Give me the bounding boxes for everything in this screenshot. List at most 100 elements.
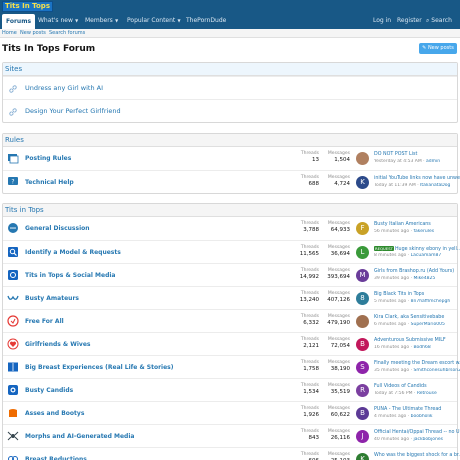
forum-title[interactable]: Identify a Model & Requests bbox=[25, 241, 121, 264]
avatar[interactable]: K bbox=[356, 453, 369, 460]
latest-thread[interactable]: initial YouTube links now have unwe... bbox=[374, 175, 460, 182]
avatar[interactable] bbox=[356, 315, 369, 328]
nav-popular[interactable]: Popular Content ▼ bbox=[127, 12, 181, 29]
latest-user[interactable]: Retrouse bbox=[417, 391, 437, 396]
latest-meta: Today at 11:39 AM · ItalianataDog bbox=[374, 183, 451, 188]
site-link-label[interactable]: Undress any Girl with AI bbox=[25, 77, 103, 100]
latest-thread[interactable]: REQUEST Huge skinny ebony in yell... bbox=[374, 245, 460, 253]
sites-heading[interactable]: Sites bbox=[3, 63, 457, 76]
avatar[interactable]: M bbox=[356, 269, 369, 282]
avatar[interactable]: 8 bbox=[356, 292, 369, 305]
forum-title[interactable]: Breast Reductions bbox=[25, 448, 87, 460]
forum-row[interactable]: ? Technical Help Threads 688 Messages 4,… bbox=[3, 170, 460, 194]
latest-thread[interactable]: Adventurous Submissive MILF bbox=[374, 337, 460, 344]
forum-title[interactable]: Tits in Tops & Social Media bbox=[25, 264, 115, 287]
forum-title[interactable]: Free For All bbox=[25, 310, 64, 333]
latest-user[interactable]: jackbobjones bbox=[413, 437, 443, 442]
forum-title[interactable]: Morphs and AI-Generated Media bbox=[25, 425, 134, 448]
nav-members[interactable]: Members ▼ bbox=[85, 12, 118, 29]
latest-thread[interactable]: Busty Italian Americans bbox=[374, 221, 460, 228]
forum-title[interactable]: Big Breast Experiences (Real Life & Stor… bbox=[25, 356, 173, 379]
latest-thread[interactable]: Girls from Brashop.ru (Add Yours) bbox=[374, 268, 460, 275]
avatar[interactable] bbox=[356, 152, 369, 165]
nav-pornduce[interactable]: ThePornDude bbox=[186, 12, 226, 29]
latest-thread-title[interactable]: Busty Italian Americans bbox=[374, 222, 431, 227]
latest-thread-title[interactable]: Huge skinny ebony in yell... bbox=[395, 247, 460, 252]
subnav-search-forums[interactable]: Search forums bbox=[49, 29, 85, 38]
forum-title[interactable]: Busty Amateurs bbox=[25, 287, 79, 310]
identify-icon bbox=[8, 247, 18, 257]
nav-search[interactable]: ⌕ Search bbox=[426, 12, 452, 29]
latest-user[interactable]: Mike4825 bbox=[413, 276, 435, 281]
site-link-row[interactable]: Undress any Girl with AI bbox=[3, 76, 457, 99]
latest-thread-title[interactable]: Girls from Brashop.ru (Add Yours) bbox=[374, 269, 454, 274]
forum-row[interactable]: Busty Candids Threads 1,534 Messages 35,… bbox=[3, 378, 457, 401]
forum-row[interactable]: Girlfriends & Wives Threads 2,121 Messag… bbox=[3, 332, 457, 355]
forum-title[interactable]: General Discussion bbox=[25, 217, 90, 240]
forum-title[interactable]: Busty Candids bbox=[25, 379, 73, 402]
latest-thread[interactable]: Finally meeting the Dream escort w... bbox=[374, 360, 460, 367]
forum-row[interactable]: General Discussion Threads 3,788 Message… bbox=[3, 217, 457, 240]
forum-row[interactable]: Busty Amateurs Threads 13,240 Messages 4… bbox=[3, 286, 457, 309]
site-link-row[interactable]: Design Your Perfect Girlfriend bbox=[3, 99, 457, 122]
forum-row[interactable]: Big Breast Experiences (Real Life & Stor… bbox=[3, 355, 460, 379]
forum-title[interactable]: Technical Help bbox=[25, 171, 74, 194]
new-posts-button[interactable]: ✎ New posts bbox=[419, 43, 457, 54]
latest-thread[interactable]: Official Hentai/Oppai Thread -- no U... bbox=[374, 429, 460, 436]
forum-row[interactable]: Morphs and AI-Generated Media Threads 84… bbox=[3, 424, 460, 448]
latest-thread[interactable]: PUNA - The Ultimate Thread bbox=[374, 406, 460, 413]
site-logo[interactable]: Tits In Tops bbox=[2, 1, 53, 12]
avatar[interactable]: F bbox=[356, 222, 369, 235]
latest-user[interactable]: Lacuamam87 bbox=[411, 253, 442, 258]
forum-row[interactable]: Free For All Threads 6,332 Messages 479,… bbox=[3, 309, 457, 332]
latest-thread[interactable]: Kira Clark, aka Sensitivebabe bbox=[374, 314, 460, 321]
avatar[interactable]: B bbox=[356, 407, 369, 420]
forum-row[interactable]: Asses and Bootys Threads 1,926 Messages … bbox=[3, 401, 457, 424]
latest-user[interactable]: boobholik bbox=[411, 414, 433, 419]
site-link-label[interactable]: Design Your Perfect Girlfriend bbox=[25, 100, 121, 123]
latest-user[interactable]: Bodh68 bbox=[413, 345, 430, 350]
latest-user[interactable]: Smithconesuhbrson2 bbox=[413, 368, 460, 373]
avatar[interactable]: S bbox=[356, 361, 369, 374]
latest-thread-title[interactable]: PUNA - The Ultimate Thread bbox=[374, 407, 441, 412]
subnav-new-posts[interactable]: New posts bbox=[20, 29, 46, 38]
forum-row[interactable]: Breast Reductions Threads 606 Messages 2… bbox=[3, 447, 460, 460]
avatar[interactable]: B bbox=[356, 338, 369, 351]
latest-user[interactable]: 8n7hafflmchepgh bbox=[411, 299, 451, 304]
latest-thread-title[interactable]: DO NOT POST List bbox=[374, 152, 417, 157]
subnav-home[interactable]: Home bbox=[2, 29, 17, 38]
avatar[interactable]: K bbox=[356, 176, 369, 189]
forum-row[interactable]: Tits in Tops & Social Media Threads 14,9… bbox=[3, 263, 457, 286]
latest-thread-title[interactable]: Official Hentai/Oppai Thread -- no U... bbox=[374, 430, 460, 435]
sub-nav: Home New posts Search forums bbox=[0, 29, 460, 38]
latest-thread-title[interactable]: Kira Clark, aka Sensitivebabe bbox=[374, 315, 444, 320]
latest-user[interactable]: SuperMario005 bbox=[411, 322, 445, 327]
avatar[interactable]: L bbox=[356, 246, 369, 259]
latest-thread-title[interactable]: Who was the biggest shock for a br... bbox=[374, 453, 460, 458]
latest-thread-title[interactable]: Finally meeting the Dream escort w... bbox=[374, 361, 460, 366]
nav-forums[interactable]: Forums bbox=[2, 14, 36, 29]
latest-user[interactable]: fakerules bbox=[413, 229, 434, 234]
tits-heading[interactable]: Tits in Tops bbox=[3, 204, 457, 217]
latest-thread[interactable]: DO NOT POST List bbox=[374, 151, 460, 158]
latest-thread-title[interactable]: Adventurous Submissive MILF bbox=[374, 338, 446, 343]
latest-user[interactable]: admin bbox=[426, 159, 440, 164]
latest-thread-title[interactable]: Big Black Tits in Tops bbox=[374, 292, 424, 297]
latest-thread[interactable]: Full Videos of Candids bbox=[374, 383, 460, 390]
forum-title[interactable]: Asses and Bootys bbox=[25, 402, 84, 425]
latest-user[interactable]: ItalianataDog bbox=[420, 183, 450, 188]
rules-heading[interactable]: Rules bbox=[3, 134, 457, 147]
forum-title[interactable]: Posting Rules bbox=[25, 147, 71, 170]
register-link[interactable]: Register bbox=[397, 12, 422, 29]
latest-thread-title[interactable]: Full Videos of Candids bbox=[374, 384, 427, 389]
nav-whats-new[interactable]: What's new ▼ bbox=[38, 12, 78, 29]
forum-row[interactable]: Identify a Model & Requests Threads 11,5… bbox=[3, 240, 460, 264]
avatar[interactable]: R bbox=[356, 384, 369, 397]
forum-title[interactable]: Girlfriends & Wives bbox=[25, 333, 90, 356]
latest-thread-title[interactable]: initial YouTube links now have unwe... bbox=[374, 176, 460, 181]
latest-thread[interactable]: Big Black Tits in Tops bbox=[374, 291, 460, 298]
latest-thread[interactable]: Who was the biggest shock for a br... bbox=[374, 452, 460, 459]
login-link[interactable]: Log in bbox=[373, 12, 391, 29]
avatar[interactable]: J bbox=[356, 430, 369, 443]
forum-row[interactable]: Posting Rules Threads 13 Messages 1,504 … bbox=[3, 147, 457, 170]
